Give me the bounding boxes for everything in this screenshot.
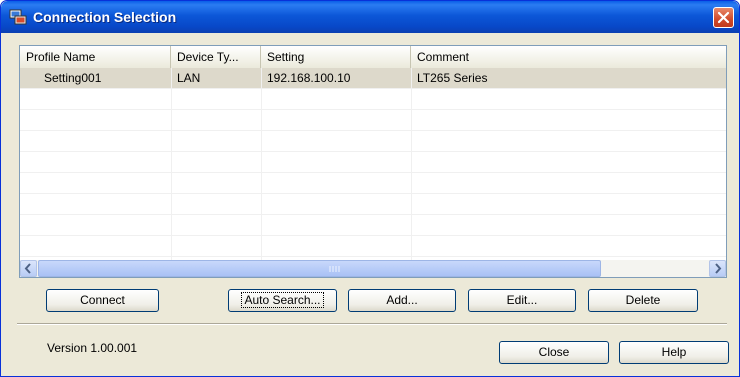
- column-header-profile-name[interactable]: Profile Name: [20, 46, 171, 68]
- profile-name-cell: Setting001: [44, 71, 102, 85]
- empty-row: [20, 215, 726, 236]
- empty-row: [20, 194, 726, 215]
- empty-row: [20, 152, 726, 173]
- list-item[interactable]: Setting001 LAN 192.168.100.10 LT265 Seri…: [20, 68, 726, 89]
- column-header-comment[interactable]: Comment: [411, 46, 726, 68]
- list-rows: Setting001 LAN 192.168.100.10 LT265 Seri…: [20, 68, 726, 260]
- close-icon: [717, 11, 730, 24]
- empty-row: [20, 110, 726, 131]
- close-window-button[interactable]: [713, 7, 734, 28]
- connection-selection-dialog: Connection Selection Profile Name Device…: [0, 0, 740, 377]
- auto-search-button-label: Auto Search...: [241, 292, 324, 308]
- add-button-label: Add...: [386, 293, 418, 307]
- connection-list[interactable]: Profile Name Device Ty... Setting Commen…: [19, 45, 727, 278]
- close-button[interactable]: Close: [499, 341, 609, 364]
- scroll-left-button[interactable]: [20, 260, 37, 277]
- version-label: Version 1.00.001: [47, 341, 138, 355]
- window-title: Connection Selection: [33, 9, 177, 25]
- setting-cell: 192.168.100.10: [267, 71, 351, 85]
- horizontal-scrollbar[interactable]: [20, 260, 726, 277]
- help-button-label: Help: [661, 345, 687, 359]
- empty-row: [20, 236, 726, 257]
- edit-button[interactable]: Edit...: [468, 289, 576, 312]
- title-bar[interactable]: Connection Selection: [1, 1, 739, 33]
- column-header-device-type[interactable]: Device Ty...: [171, 46, 261, 68]
- column-divider: [411, 68, 412, 260]
- comment-cell: LT265 Series: [417, 71, 488, 85]
- device-type-cell: LAN: [177, 71, 201, 85]
- empty-row: [20, 89, 726, 110]
- connect-button[interactable]: Connect: [46, 289, 159, 312]
- list-header: Profile Name Device Ty... Setting Commen…: [20, 46, 726, 69]
- close-button-label: Close: [538, 345, 570, 359]
- delete-button[interactable]: Delete: [588, 289, 698, 312]
- add-button[interactable]: Add...: [348, 289, 456, 312]
- delete-button-label: Delete: [625, 293, 661, 307]
- scrollbar-grip-icon: [329, 266, 340, 272]
- scroll-right-arrow-icon: [715, 263, 722, 274]
- auto-search-button[interactable]: Auto Search...: [228, 289, 337, 312]
- help-button[interactable]: Help: [619, 341, 729, 364]
- column-header-setting[interactable]: Setting: [261, 46, 411, 68]
- scroll-left-arrow-icon: [24, 263, 31, 274]
- connection-app-icon: [9, 9, 27, 25]
- footer-separator: [17, 323, 727, 325]
- empty-row: [20, 173, 726, 194]
- edit-button-label: Edit...: [506, 293, 538, 307]
- connect-button-label: Connect: [80, 293, 125, 307]
- empty-row: [20, 131, 726, 152]
- column-divider: [261, 68, 262, 260]
- column-divider: [171, 68, 172, 260]
- scroll-right-button[interactable]: [709, 260, 726, 277]
- scrollbar-thumb[interactable]: [38, 260, 601, 277]
